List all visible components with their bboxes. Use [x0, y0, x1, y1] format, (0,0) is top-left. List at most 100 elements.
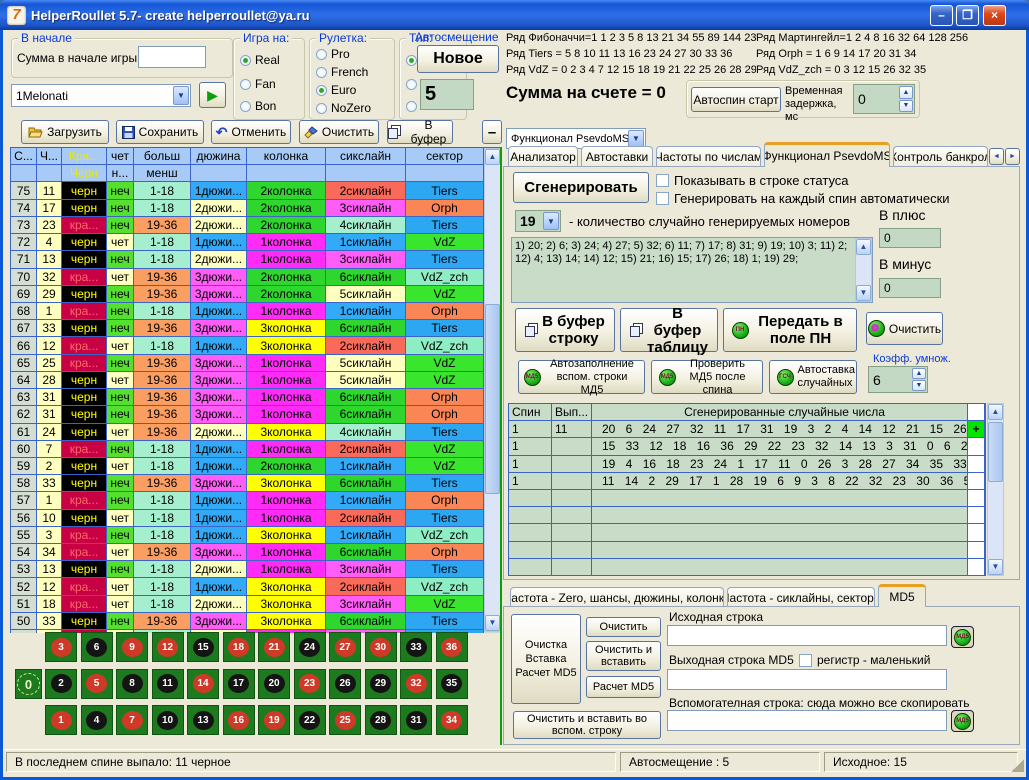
spin-row[interactable]: [509, 524, 985, 541]
generate-button[interactable]: Сгенерировать: [513, 172, 649, 203]
radio-icon[interactable]: [316, 103, 327, 114]
board-cell-12[interactable]: 12: [152, 632, 184, 662]
spinner-up-icon[interactable]: ▲: [912, 368, 926, 379]
board-cell-26[interactable]: 26: [329, 669, 361, 699]
checkbox-icon[interactable]: [656, 192, 669, 205]
radio-igra-bon[interactable]: Bon: [240, 99, 276, 113]
close-button[interactable]: ×: [983, 5, 1006, 26]
checkbox-icon[interactable]: [656, 174, 669, 187]
radio-igra-real[interactable]: Real: [240, 53, 280, 67]
radio-ruletka-french[interactable]: French: [316, 65, 368, 79]
autospin-start-button[interactable]: Автоспин старт: [691, 87, 781, 112]
transfer-to-pn-button[interactable]: ПН Передать в поле ПН: [723, 308, 857, 352]
checkbox-icon[interactable]: [799, 654, 812, 667]
board-cell-16[interactable]: 16: [223, 705, 255, 735]
scroll-up-icon[interactable]: ▲: [856, 239, 871, 255]
history-row[interactable]: 6124чернчет19-362дюжи...3колонка4сиклайн…: [11, 424, 501, 441]
generated-numbers-textarea[interactable]: 1) 20; 2) 6; 3) 24; 4) 27; 5) 32; 6) 11;…: [511, 237, 873, 303]
start-sum-input[interactable]: [138, 46, 206, 68]
scroll-down-icon[interactable]: ▼: [485, 615, 500, 631]
spin-row[interactable]: [509, 542, 985, 559]
count-combobox[interactable]: 19 ▼: [515, 210, 561, 232]
board-cell-7[interactable]: 7: [116, 705, 148, 735]
tab-functional-psevdoms[interactable]: Функционал PsevdoMS: [764, 142, 890, 167]
history-row[interactable]: 6428чернчет19-363дюжи...1колонка5сиклайн…: [11, 372, 501, 389]
history-row[interactable]: 5212кра...чет1-181дюжи...3колонка2сиклай…: [11, 578, 501, 595]
copy-to-buffer-button[interactable]: В буфер: [387, 120, 453, 144]
board-cell-27[interactable]: 27: [329, 632, 361, 662]
board-cell-25[interactable]: 25: [329, 705, 361, 735]
board-cell-34[interactable]: 34: [436, 705, 468, 735]
spin-row[interactable]: 115 33 12 18 16 36 29 22 23 32 14 13 3 3…: [509, 438, 985, 455]
board-cell-8[interactable]: 8: [116, 669, 148, 699]
board-cell-23[interactable]: 23: [294, 669, 326, 699]
tab-scroll-right-icon[interactable]: ►: [1005, 148, 1020, 165]
chevron-down-icon[interactable]: ▼: [628, 130, 644, 147]
spin-row[interactable]: 111 14 2 29 17 1 28 19 6 9 3 8 22 32 23 …: [509, 473, 985, 490]
md5-run-button[interactable]: МД5: [951, 626, 974, 648]
radio-icon[interactable]: [316, 49, 327, 60]
spin-row[interactable]: [509, 507, 985, 524]
buffer-line-button[interactable]: В буфер строку: [515, 308, 615, 352]
load-button[interactable]: Загрузить: [21, 120, 109, 144]
radio-icon[interactable]: [240, 55, 251, 66]
board-cell-19[interactable]: 19: [258, 705, 290, 735]
radio-icon[interactable]: [240, 79, 251, 90]
md5-calc-button[interactable]: Расчет MD5: [586, 676, 661, 698]
coef-spinner[interactable]: 6 ▲ ▼: [868, 366, 928, 393]
radio-icon[interactable]: [316, 67, 327, 78]
board-cell-31[interactable]: 31: [400, 705, 432, 735]
history-row[interactable]: 7417черннеч1-182дюжи...2колонка3сиклайнO…: [11, 200, 501, 217]
history-row[interactable]: 6733черннеч19-363дюжи...3колонка6сиклайн…: [11, 320, 501, 337]
spin-row[interactable]: 11120 6 24 27 32 11 17 31 19 3 2 4 14 12…: [509, 421, 985, 438]
md5-clear-button[interactable]: Очистить: [586, 617, 661, 637]
board-cell-36[interactable]: 36: [436, 632, 468, 662]
radio-icon[interactable]: [406, 101, 417, 112]
play-button[interactable]: ▶: [199, 82, 226, 108]
spinner-down-icon[interactable]: ▼: [899, 100, 913, 113]
textarea-scrollbar[interactable]: ▲ ▼: [855, 238, 872, 302]
scroll-up-icon[interactable]: ▲: [988, 404, 1003, 420]
spinner-down-icon[interactable]: ▼: [912, 380, 926, 391]
spin-row[interactable]: [509, 490, 985, 507]
source-string-input[interactable]: [667, 625, 947, 646]
board-cell-21[interactable]: 21: [258, 632, 290, 662]
clear-generated-button[interactable]: Очистить: [866, 312, 943, 345]
save-button[interactable]: Сохранить: [116, 120, 204, 144]
minimize-button[interactable]: –: [930, 5, 953, 26]
history-row[interactable]: 7323кра...неч19-362дюжи...2колонка4сикла…: [11, 217, 501, 234]
board-cell-2[interactable]: 2: [45, 669, 77, 699]
output-string-input[interactable]: [667, 669, 947, 690]
board-cell-3[interactable]: 3: [45, 632, 77, 662]
new-button[interactable]: Новое: [417, 45, 499, 73]
history-row[interactable]: 5833черннеч19-363дюжи...3колонка6сиклайн…: [11, 475, 501, 492]
history-row[interactable]: 5610чернчет1-181дюжи...1колонка2сиклайнT…: [11, 510, 501, 527]
history-row[interactable]: 607кра...неч1-181дюжи...1колонка2сиклайн…: [11, 441, 501, 458]
board-cell-22[interactable]: 22: [294, 705, 326, 735]
board-cell-35[interactable]: 35: [436, 669, 468, 699]
history-scrollbar[interactable]: ▲ ▼: [484, 148, 501, 632]
chevron-down-icon[interactable]: ▼: [543, 212, 559, 230]
board-cell-28[interactable]: 28: [365, 705, 397, 735]
history-row[interactable]: 6612кра...чет1-181дюжи...3колонка2сиклай…: [11, 337, 501, 354]
clear-button[interactable]: Очистить: [299, 120, 379, 144]
tab-frequencies[interactable]: Частоты по числам: [656, 146, 761, 167]
spinner-up-icon[interactable]: ▲: [899, 86, 913, 99]
history-row[interactable]: 5033черннеч19-363дюжи...3колонка6сиклайн…: [11, 613, 501, 630]
scroll-down-icon[interactable]: ▼: [988, 559, 1003, 575]
spin-table-scrollbar[interactable]: ▲ ▼: [987, 403, 1004, 576]
board-cell-13[interactable]: 13: [187, 705, 219, 735]
board-cell-4[interactable]: 4: [81, 705, 113, 735]
title-bar[interactable]: 7 HelperRoullet 5.7- create helperroulle…: [0, 0, 1029, 30]
tab-bankroll-control[interactable]: Контроль банкрол: [893, 146, 988, 167]
scroll-up-icon[interactable]: ▲: [485, 149, 500, 165]
radio-icon[interactable]: [316, 85, 327, 96]
history-row[interactable]: 571кра...неч1-181дюжи...1колонка1сиклайн…: [11, 492, 501, 509]
board-cell-24[interactable]: 24: [294, 632, 326, 662]
splitter[interactable]: [500, 147, 502, 745]
md5-clear-paste-button[interactable]: Очистить и вставить: [586, 641, 661, 671]
history-row[interactable]: 5313черннеч1-182дюжи...1колонка3сиклайнT…: [11, 561, 501, 578]
radio-icon[interactable]: [406, 55, 417, 66]
spin-row[interactable]: [509, 559, 985, 576]
board-cell-30[interactable]: 30: [365, 632, 397, 662]
